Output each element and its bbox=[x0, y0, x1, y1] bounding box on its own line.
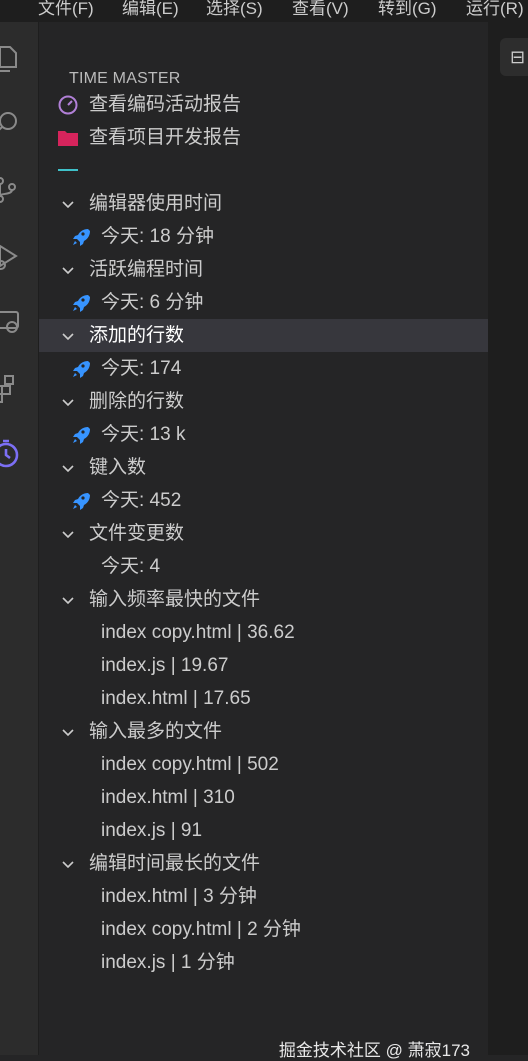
group-label: 输入频率最快的文件 bbox=[89, 589, 261, 610]
tree-item[interactable]: 今天: 13 k bbox=[39, 418, 488, 451]
item-label: 今天: 174 bbox=[101, 358, 182, 379]
tree-item[interactable]: index.html | 3 分钟 bbox=[39, 880, 488, 913]
tree-item[interactable]: index.js | 1 分钟 bbox=[39, 946, 488, 979]
tree-item[interactable]: index.js | 19.67 bbox=[39, 649, 488, 682]
tree-item[interactable]: 今天: 18 分钟 bbox=[39, 220, 488, 253]
run-debug-icon[interactable] bbox=[0, 240, 22, 272]
menu-file[interactable]: 文件(F) bbox=[38, 0, 94, 19]
editor-tab[interactable]: ⊟ bbox=[500, 38, 528, 76]
watermark: 掘金技术社区 @ 萧寂173 bbox=[278, 1041, 470, 1060]
item-label: 今天: 18 分钟 bbox=[101, 226, 214, 247]
chevron-down-icon[interactable] bbox=[59, 187, 77, 220]
group-label: 键入数 bbox=[89, 457, 147, 478]
rocket-icon bbox=[71, 425, 91, 445]
extensions-icon[interactable] bbox=[0, 372, 22, 404]
rocket-icon bbox=[71, 359, 91, 379]
group-label: 添加的行数 bbox=[89, 325, 185, 346]
tree-group[interactable]: 输入最多的文件 bbox=[39, 715, 488, 748]
action-label: 查看项目开发报告 bbox=[89, 127, 242, 148]
split-editor-icon: ⊟ bbox=[510, 47, 526, 67]
menu-selection[interactable]: 选择(S) bbox=[206, 0, 263, 19]
tree-group[interactable]: 添加的行数 bbox=[39, 319, 488, 352]
item-label: index.js | 91 bbox=[101, 820, 203, 841]
tree-item[interactable]: 今天: 452 bbox=[39, 484, 488, 517]
item-label: index.html | 310 bbox=[101, 787, 235, 808]
remote-explorer-icon[interactable] bbox=[0, 306, 22, 338]
tree-group[interactable]: 文件变更数 bbox=[39, 517, 488, 550]
menu-go[interactable]: 转到(G) bbox=[378, 0, 437, 19]
item-label: index.html | 17.65 bbox=[101, 688, 251, 709]
chevron-down-icon[interactable] bbox=[59, 319, 77, 352]
menu-view[interactable]: 查看(V) bbox=[292, 0, 349, 19]
search-icon[interactable] bbox=[0, 108, 22, 140]
tree-item[interactable]: index copy.html | 36.62 bbox=[39, 616, 488, 649]
item-label: 今天: 6 分钟 bbox=[101, 292, 204, 313]
item-label: index.js | 19.67 bbox=[101, 655, 229, 676]
rocket-icon bbox=[71, 491, 91, 511]
tree-item[interactable]: 今天: 6 分钟 bbox=[39, 286, 488, 319]
chevron-down-icon[interactable] bbox=[59, 517, 77, 550]
group-label: 编辑器使用时间 bbox=[89, 193, 223, 214]
item-label: index.html | 3 分钟 bbox=[101, 886, 257, 907]
group-label: 输入最多的文件 bbox=[89, 721, 223, 742]
action-label: 查看编码活动报告 bbox=[89, 94, 242, 115]
activity-bar bbox=[0, 22, 39, 1055]
time-master-sidebar: TIME MASTER 查看编码活动报告 查看项目开发报告 编辑器使用时间 今天:… bbox=[39, 22, 488, 1060]
menu-edit[interactable]: 编辑(E) bbox=[122, 0, 179, 19]
editor-area: ⊟ bbox=[488, 22, 528, 1055]
tree-group[interactable]: 活跃编程时间 bbox=[39, 253, 488, 286]
tree-group[interactable]: 输入频率最快的文件 bbox=[39, 583, 488, 616]
tree-item[interactable]: 今天: 174 bbox=[39, 352, 488, 385]
item-label: 今天: 4 bbox=[101, 556, 161, 577]
folder-icon bbox=[57, 127, 79, 149]
tree-item[interactable]: index.html | 310 bbox=[39, 781, 488, 814]
tree-item[interactable]: 今天: 4 bbox=[39, 550, 488, 583]
menu-run[interactable]: 运行(R) bbox=[466, 0, 524, 19]
chevron-down-icon[interactable] bbox=[59, 385, 77, 418]
chevron-down-icon[interactable] bbox=[59, 847, 77, 880]
tree-group[interactable]: 编辑器使用时间 bbox=[39, 187, 488, 220]
menu-bar: 文件(F) 编辑(E) 选择(S) 查看(V) 转到(G) 运行(R) bbox=[0, 0, 528, 22]
group-label: 文件变更数 bbox=[89, 523, 185, 544]
chevron-down-icon[interactable] bbox=[59, 253, 77, 286]
gauge-icon bbox=[57, 94, 79, 116]
chevron-down-icon[interactable] bbox=[59, 715, 77, 748]
item-label: index copy.html | 2 分钟 bbox=[101, 919, 301, 940]
tree-item[interactable]: index.js | 91 bbox=[39, 814, 488, 847]
group-label: 删除的行数 bbox=[89, 391, 185, 412]
tree-group[interactable]: 编辑时间最长的文件 bbox=[39, 847, 488, 880]
tree-group[interactable]: 键入数 bbox=[39, 451, 488, 484]
item-label: 今天: 13 k bbox=[101, 424, 186, 445]
files-icon[interactable] bbox=[0, 42, 22, 74]
tree-group[interactable]: 删除的行数 bbox=[39, 385, 488, 418]
tree-item[interactable]: index copy.html | 502 bbox=[39, 748, 488, 781]
source-control-icon[interactable] bbox=[0, 174, 22, 206]
time-master-icon[interactable] bbox=[0, 438, 22, 470]
tree-item[interactable]: index.html | 17.65 bbox=[39, 682, 488, 715]
item-label: 今天: 452 bbox=[101, 490, 182, 511]
rocket-icon bbox=[71, 293, 91, 313]
separator bbox=[58, 169, 78, 171]
item-label: index.js | 1 分钟 bbox=[101, 952, 235, 973]
chevron-down-icon[interactable] bbox=[59, 583, 77, 616]
rocket-icon bbox=[71, 227, 91, 247]
view-project-dev-report[interactable]: 查看项目开发报告 bbox=[39, 121, 488, 154]
group-label: 活跃编程时间 bbox=[89, 259, 204, 280]
item-label: index copy.html | 36.62 bbox=[101, 622, 295, 643]
chevron-down-icon[interactable] bbox=[59, 451, 77, 484]
view-coding-activity-report[interactable]: 查看编码活动报告 bbox=[39, 88, 488, 121]
group-label: 编辑时间最长的文件 bbox=[89, 853, 261, 874]
tree-item[interactable]: index copy.html | 2 分钟 bbox=[39, 913, 488, 946]
sidebar-title: TIME MASTER bbox=[69, 70, 181, 87]
item-label: index copy.html | 502 bbox=[101, 754, 279, 775]
